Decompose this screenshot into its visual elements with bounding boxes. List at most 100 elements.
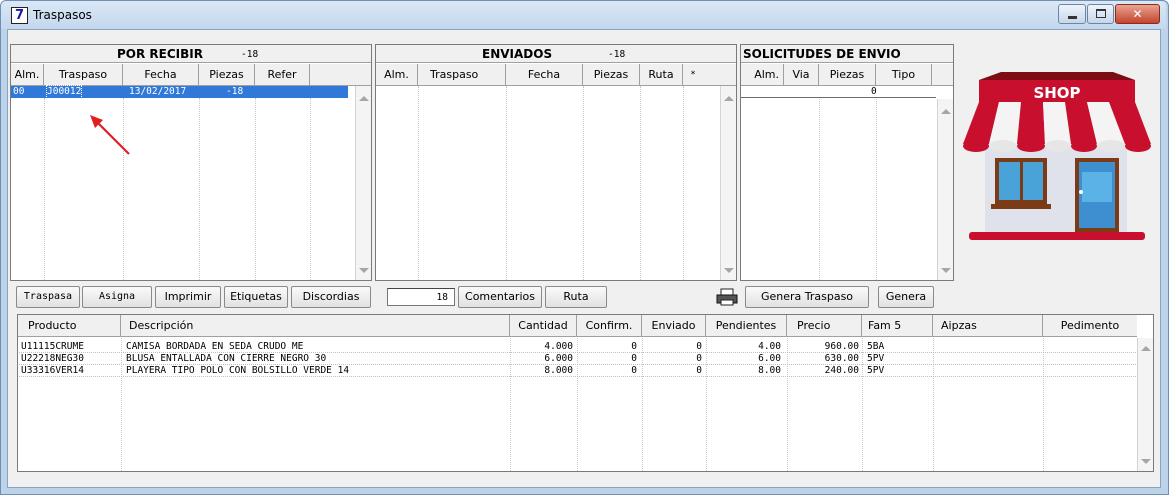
- imprimir-button[interactable]: Imprimir: [155, 286, 221, 308]
- enviados-scrollbar[interactable]: [720, 86, 736, 280]
- ruta-button[interactable]: Ruta: [545, 286, 607, 308]
- enviados-count: -18: [608, 49, 626, 60]
- cell-enviado: 0: [696, 353, 702, 364]
- shop-sign-text: SHOP: [1033, 84, 1080, 102]
- column-header-piezas[interactable]: Piezas: [819, 64, 876, 86]
- column-header-pendientes[interactable]: Pendientes: [706, 315, 787, 337]
- column-header-aipzas[interactable]: Aipzas: [933, 315, 1043, 337]
- scroll-down-icon[interactable]: [1141, 459, 1151, 464]
- solicitudes-title: SOLICITUDES DE ENVIO: [743, 47, 901, 61]
- solicitudes-list: [741, 99, 936, 280]
- column-header-traspaso[interactable]: Traspaso: [44, 64, 123, 86]
- cell-descripcion: CAMISA BORDADA EN SEDA CRUDO ME: [126, 341, 304, 352]
- cell-confirm: 0: [631, 365, 637, 376]
- etiquetas-button[interactable]: Etiquetas: [224, 286, 288, 308]
- table-row[interactable]: U22218NEG30 BLUSA ENTALLADA CON CIERRE N…: [19, 353, 1136, 365]
- column-header-alm[interactable]: Alm.: [376, 64, 418, 86]
- details-list: U11115CRUME CAMISA BORDADA EN SEDA CRUDO…: [18, 338, 1137, 471]
- scroll-down-icon[interactable]: [724, 268, 734, 273]
- column-header-pedimento[interactable]: Pedimento: [1043, 315, 1137, 337]
- cell-fam5: 5PV: [867, 353, 885, 364]
- cell-producto: U11115CRUME: [21, 341, 84, 352]
- asigna-button[interactable]: Asigna: [82, 286, 152, 308]
- column-header-piezas[interactable]: Piezas: [199, 64, 255, 86]
- comentarios-button[interactable]: Comentarios: [458, 286, 542, 308]
- details-table: Producto Descripción Cantidad Confirm. E…: [17, 314, 1154, 472]
- cell-enviado: 0: [696, 365, 702, 376]
- close-button[interactable]: ✕: [1115, 4, 1160, 24]
- column-header-fecha[interactable]: Fecha: [506, 64, 583, 86]
- por-recibir-title: POR RECIBIR: [117, 47, 203, 61]
- solicitudes-panel: SOLICITUDES DE ENVIO Alm. Via Piezas Tip…: [740, 44, 954, 281]
- solicitudes-header: Alm. Via Piezas Tipo: [741, 64, 953, 86]
- cell-precio: 240.00: [824, 365, 859, 376]
- cell-cantidad: 6.000: [544, 353, 573, 364]
- discordias-button[interactable]: Discordias: [291, 286, 371, 308]
- column-header-traspaso[interactable]: Traspaso: [418, 64, 506, 86]
- column-header-producto[interactable]: Producto: [18, 315, 121, 337]
- cell-cantidad: 4.000: [544, 341, 573, 352]
- cell-cantidad: 8.000: [544, 365, 573, 376]
- scroll-up-icon[interactable]: [724, 96, 734, 101]
- scroll-up-icon[interactable]: [1141, 346, 1151, 351]
- maximize-button[interactable]: [1087, 4, 1114, 24]
- column-header-fam5[interactable]: Fam 5: [862, 315, 933, 337]
- column-header-alm[interactable]: Alm.: [741, 64, 784, 86]
- solicitudes-scrollbar[interactable]: [937, 99, 953, 280]
- cell-alm: 00: [13, 86, 25, 97]
- por-recibir-scrollbar[interactable]: [355, 86, 371, 280]
- scroll-up-icon[interactable]: [941, 109, 951, 114]
- enviados-list: [376, 86, 720, 280]
- cell-descripcion: BLUSA ENTALLADA CON CIERRE NEGRO 30: [126, 353, 327, 364]
- details-header: Producto Descripción Cantidad Confirm. E…: [18, 315, 1137, 337]
- table-row[interactable]: U11115CRUME CAMISA BORDADA EN SEDA CRUDO…: [19, 341, 1136, 353]
- column-header-precio[interactable]: Precio: [787, 315, 862, 337]
- column-header-cantidad[interactable]: Cantidad: [510, 315, 577, 337]
- table-row[interactable]: 00 J00012 13/02/2017 -18: [11, 85, 348, 99]
- genera-traspaso-button[interactable]: Genera Traspaso: [745, 286, 869, 308]
- table-row[interactable]: U33316VER14 PLAYERA TIPO POLO CON BOLSIL…: [19, 365, 1136, 377]
- genera-button[interactable]: Genera: [878, 286, 934, 308]
- enviados-title: ENVIADOS: [482, 47, 553, 61]
- column-header-via[interactable]: Via: [784, 64, 819, 86]
- cell-fam5: 5PV: [867, 365, 885, 376]
- column-header-enviado[interactable]: Enviado: [642, 315, 706, 337]
- printer-button[interactable]: [713, 286, 741, 308]
- title-bar[interactable]: 7 Traspasos ✕: [1, 1, 1166, 29]
- cell-enviado: 0: [696, 341, 702, 352]
- por-recibir-list: [11, 86, 355, 280]
- shop-image: SHOP: [957, 60, 1157, 245]
- enviados-header: Alm. Traspaso Fecha Piezas Ruta *: [376, 64, 736, 86]
- column-header-piezas[interactable]: Piezas: [583, 64, 640, 86]
- column-header-star[interactable]: *: [683, 64, 703, 86]
- traspasa-button[interactable]: Traspasa: [16, 286, 80, 308]
- por-recibir-count: -18: [241, 49, 259, 60]
- column-header-fecha[interactable]: Fecha: [123, 64, 199, 86]
- cell-producto: U33316VER14: [21, 365, 84, 376]
- cell-fam5: 5BA: [867, 341, 885, 352]
- scroll-down-icon[interactable]: [941, 268, 951, 273]
- por-recibir-header: Alm. Traspaso Fecha Piezas Refer: [11, 64, 371, 86]
- annotation-arrow-icon: [90, 115, 130, 155]
- cell-pendientes: 4.00: [758, 341, 781, 352]
- cell-pendientes: 6.00: [758, 353, 781, 364]
- column-header-refer[interactable]: Refer: [255, 64, 310, 86]
- cell-confirm: 0: [631, 353, 637, 364]
- column-header-tipo[interactable]: Tipo: [876, 64, 932, 86]
- window-title: Traspasos: [33, 8, 92, 22]
- column-header-ruta[interactable]: Ruta: [640, 64, 683, 86]
- cell-descripcion: PLAYERA TIPO POLO CON BOLSILLO VERDE 14: [126, 365, 350, 376]
- printer-icon: [716, 288, 738, 306]
- scroll-down-icon[interactable]: [359, 268, 369, 273]
- cell-precio: 960.00: [824, 341, 859, 352]
- close-icon: ✕: [1132, 7, 1143, 21]
- column-header-confirm[interactable]: Confirm.: [577, 315, 642, 337]
- minimize-button[interactable]: [1058, 4, 1086, 24]
- scroll-up-icon[interactable]: [359, 96, 369, 101]
- column-header-alm[interactable]: Alm.: [11, 64, 44, 86]
- column-header-descripcion[interactable]: Descripción: [121, 315, 510, 337]
- cell-fecha: 13/02/2017: [129, 86, 187, 97]
- count-field[interactable]: 18: [387, 288, 455, 306]
- details-scrollbar[interactable]: [1137, 338, 1153, 471]
- enviados-panel: ENVIADOS -18 Alm. Traspaso Fecha Piezas …: [375, 44, 737, 281]
